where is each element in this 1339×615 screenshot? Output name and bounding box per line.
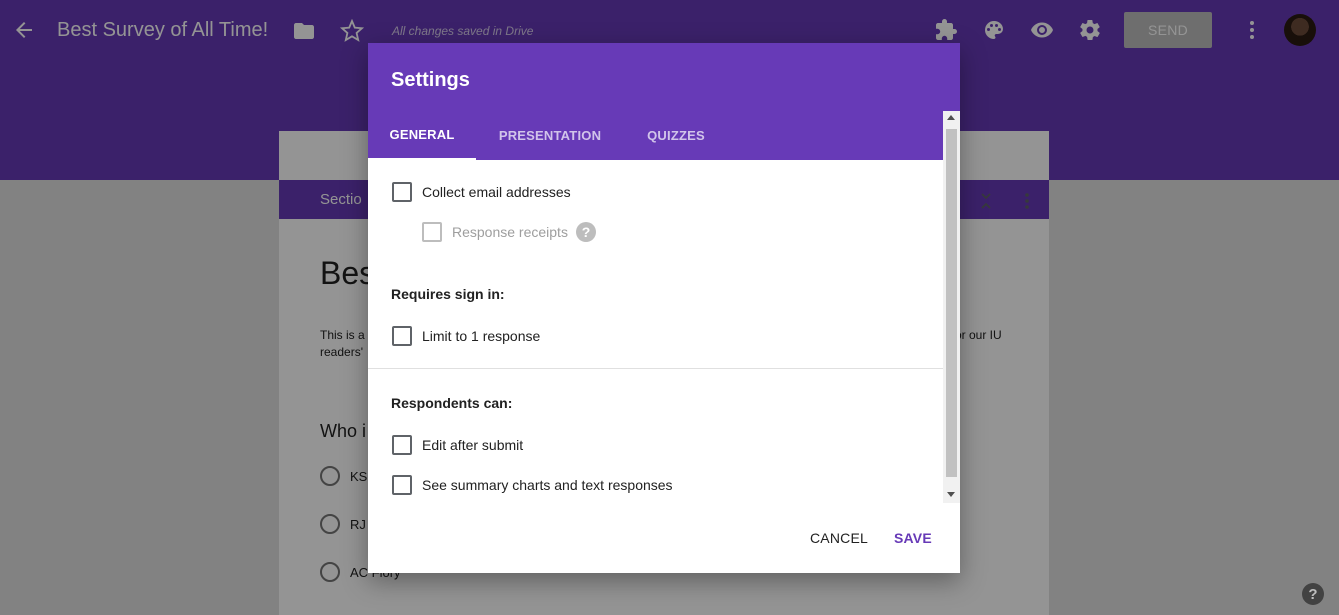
help-circle-icon[interactable]: ? bbox=[576, 222, 596, 242]
settings-tabs: GENERAL PRESENTATION QUIZZES bbox=[368, 111, 943, 160]
tab-presentation[interactable]: PRESENTATION bbox=[476, 111, 624, 160]
requires-sign-in-heading: Requires sign in: bbox=[391, 286, 505, 302]
response-receipts-label: Response receipts bbox=[452, 224, 568, 240]
save-button[interactable]: SAVE bbox=[894, 526, 932, 550]
collect-email-checkbox[interactable] bbox=[392, 182, 412, 202]
section-divider bbox=[368, 368, 943, 369]
dialog-title: Settings bbox=[391, 69, 470, 91]
tab-general[interactable]: GENERAL bbox=[368, 111, 476, 160]
help-icon[interactable]: ? bbox=[1302, 583, 1324, 605]
collect-email-label[interactable]: Collect email addresses bbox=[422, 184, 571, 200]
see-summary-label[interactable]: See summary charts and text responses bbox=[422, 477, 673, 493]
response-receipts-checkbox bbox=[422, 222, 442, 242]
respondents-can-heading: Respondents can: bbox=[391, 395, 513, 411]
see-summary-checkbox[interactable] bbox=[392, 475, 412, 495]
edit-after-submit-label[interactable]: Edit after submit bbox=[422, 437, 523, 453]
scroll-down-arrow-icon[interactable] bbox=[947, 492, 955, 497]
scrollbar-thumb[interactable] bbox=[946, 129, 957, 477]
limit-one-response-label[interactable]: Limit to 1 response bbox=[422, 328, 540, 344]
general-settings-panel: Collect email addresses Response receipt… bbox=[368, 160, 943, 502]
dialog-scrollbar[interactable] bbox=[943, 111, 960, 503]
edit-after-submit-checkbox[interactable] bbox=[392, 435, 412, 455]
scroll-up-arrow-icon[interactable] bbox=[947, 115, 955, 120]
settings-dialog: Settings GENERAL PRESENTATION QUIZZES Co… bbox=[368, 43, 960, 573]
cancel-button[interactable]: CANCEL bbox=[810, 526, 868, 550]
tab-quizzes[interactable]: QUIZZES bbox=[624, 111, 728, 160]
limit-one-response-checkbox[interactable] bbox=[392, 326, 412, 346]
